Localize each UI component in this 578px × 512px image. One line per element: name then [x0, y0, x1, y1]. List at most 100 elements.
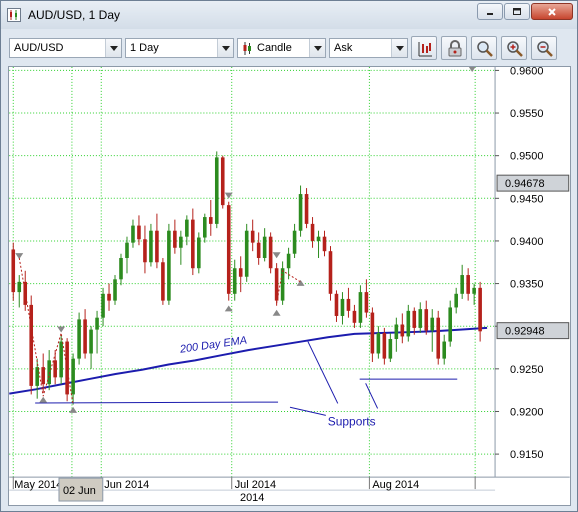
candle-body	[304, 194, 309, 224]
candle-body	[161, 262, 165, 301]
candle-body	[478, 287, 482, 332]
candle-body	[35, 367, 39, 386]
chevron-down-icon[interactable]	[309, 39, 325, 57]
zoom-in-icon	[507, 41, 523, 57]
candle-body	[232, 268, 237, 294]
period-select[interactable]: 1 Day	[125, 38, 234, 58]
candle-body	[17, 281, 22, 293]
candle-body	[238, 268, 243, 277]
candle-body	[125, 242, 129, 258]
candle-body	[220, 157, 225, 206]
supports-label: Supports	[328, 414, 376, 428]
chevron-down-icon[interactable]	[217, 39, 233, 57]
candle-body	[65, 341, 69, 395]
candle-body	[346, 298, 351, 311]
candle-body	[89, 329, 93, 354]
candle-body	[155, 230, 159, 263]
drawing-tools-button[interactable]	[411, 36, 437, 60]
candle-body	[388, 338, 393, 359]
close-button[interactable]	[531, 3, 573, 20]
price-side-select[interactable]: Ask	[329, 38, 408, 58]
candle-body	[101, 293, 105, 318]
chart-app-icon	[7, 8, 21, 22]
candle-body	[274, 268, 279, 301]
title-bar[interactable]: AUD/USD, 1 Day	[1, 1, 577, 29]
candle-body	[430, 317, 435, 331]
candle-body	[256, 242, 261, 258]
zoom-in-button[interactable]	[501, 36, 527, 60]
period-value: 1 Day	[130, 42, 159, 54]
candle-body	[280, 268, 285, 301]
candle-body	[448, 307, 452, 342]
symbol-select[interactable]: AUD/USD	[9, 38, 122, 58]
candle-body	[334, 293, 339, 316]
zoom-out-button[interactable]	[531, 36, 557, 60]
candle-body	[53, 360, 57, 378]
crosshair-date-label: 02 Jun	[63, 485, 96, 497]
candle-body	[442, 341, 447, 359]
candle-body	[322, 236, 327, 252]
zoom-button[interactable]	[471, 36, 497, 60]
symbol-value: AUD/USD	[14, 42, 64, 54]
candle-body	[59, 341, 63, 378]
magnifier-icon	[477, 41, 493, 57]
chart-background	[9, 67, 570, 505]
candle-body	[406, 310, 411, 337]
candle-body	[137, 225, 141, 240]
candle-body	[191, 219, 195, 269]
candle-body	[262, 236, 267, 258]
candle-body	[203, 217, 207, 238]
chevron-down-icon[interactable]	[105, 39, 121, 57]
candle-body	[340, 298, 345, 316]
chart-toolbar: AUD/USD 1 Day Candle Ask	[1, 33, 577, 63]
candle-body	[316, 236, 321, 241]
candle-body	[107, 293, 111, 301]
close-icon	[548, 7, 556, 16]
window-title: AUD/USD, 1 Day	[28, 8, 121, 22]
candle-body	[466, 275, 470, 294]
candle-icon	[243, 42, 251, 55]
minimize-icon	[487, 12, 493, 15]
time-tick-label: Aug 2014	[372, 479, 419, 491]
lock-button[interactable]	[441, 36, 467, 60]
price-side-value: Ask	[334, 42, 353, 54]
candle-body	[95, 317, 99, 330]
candle-body	[185, 219, 189, 237]
minimize-button[interactable]	[477, 3, 503, 20]
candle-body	[358, 292, 363, 323]
candle-body	[412, 310, 417, 328]
candle-body	[244, 230, 249, 277]
price-tick-label: 0.9500	[510, 151, 543, 163]
price-marker-label: 0.92948	[505, 326, 545, 338]
candle-body	[310, 223, 315, 241]
candle-body	[352, 310, 357, 323]
maximize-button[interactable]	[504, 3, 530, 20]
candle-body	[41, 367, 45, 385]
maximize-icon	[513, 7, 521, 15]
time-tick-label: Jul 2014	[235, 479, 276, 491]
chart-type-select[interactable]: Candle	[237, 38, 326, 58]
chevron-down-icon[interactable]	[391, 39, 407, 57]
price-tick-label: 0.9600	[510, 66, 543, 77]
candle-body	[226, 205, 231, 294]
candle-body	[71, 358, 75, 395]
price-tick-label: 0.9450	[510, 193, 543, 205]
lock-icon	[448, 40, 462, 57]
candle-body	[424, 309, 429, 331]
price-chart[interactable]: 200 Day EMASupports 0.96000.95500.95000.…	[8, 66, 571, 506]
chart-type-value: Candle	[257, 42, 292, 54]
candle-body	[460, 275, 464, 294]
candle-body	[214, 157, 219, 224]
candle-body	[131, 225, 135, 243]
price-tick-label: 0.9250	[510, 364, 543, 376]
time-period-label: 2014	[240, 492, 264, 504]
candle-body	[119, 257, 123, 280]
candle-body	[197, 237, 201, 269]
candle-body	[394, 324, 399, 339]
candle-body	[436, 317, 441, 359]
candle-body	[418, 309, 423, 328]
chart-window: AUD/USD, 1 Day AUD/USD 1 Day Candle Ask …	[0, 0, 578, 512]
price-tick-label: 0.9150	[510, 449, 543, 461]
price-tick-label: 0.9550	[510, 108, 543, 120]
candle-body	[400, 324, 405, 337]
